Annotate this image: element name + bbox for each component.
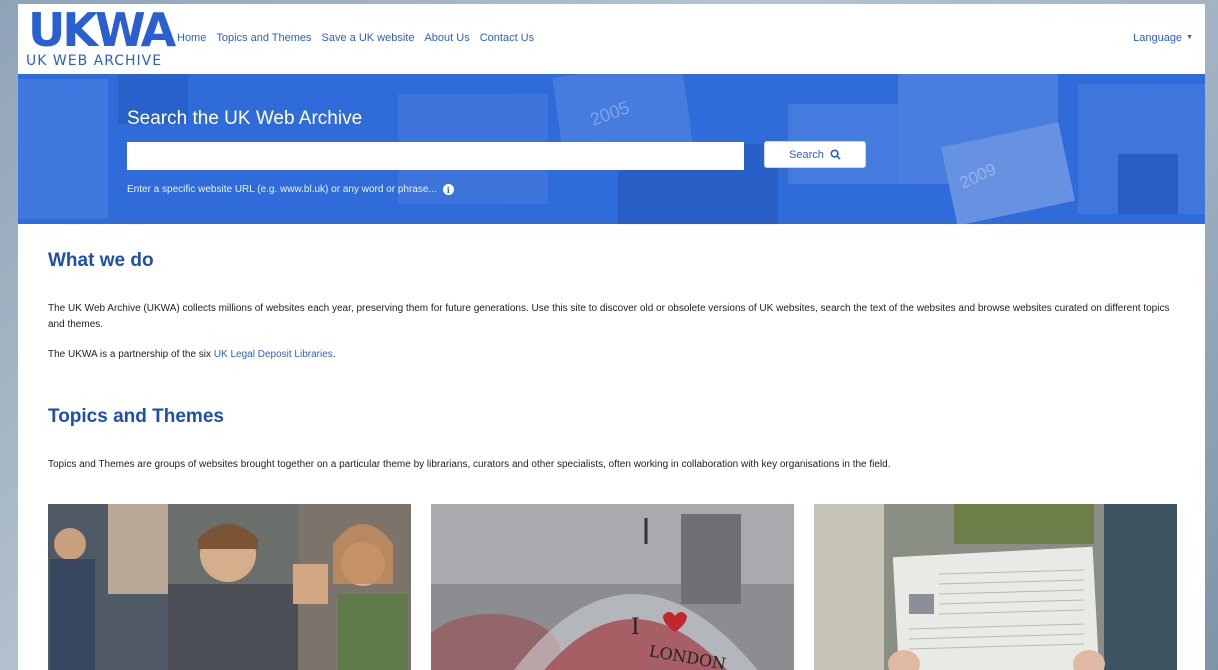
- info-icon[interactable]: i: [442, 184, 454, 195]
- topic-cards: I LONDON: [48, 504, 1178, 670]
- newspaper-photo-image: [814, 504, 1177, 670]
- search-hint-text: Enter a specific website URL (e.g. www.b…: [127, 184, 437, 195]
- search-icon: [830, 149, 841, 160]
- hero-title: Search the UK Web Archive: [127, 108, 363, 129]
- umbrella-text-i: I: [631, 615, 640, 640]
- nav-save-website[interactable]: Save a UK website: [322, 32, 415, 44]
- partnership-prefix: The UKWA is a partnership of the six: [48, 349, 214, 360]
- main-nav: Home Topics and Themes Save a UK website…: [177, 32, 534, 44]
- umbrella-photo-image: I LONDON: [431, 504, 794, 670]
- partnership-paragraph: The UKWA is a partnership of the six UK …: [48, 347, 1178, 363]
- search-hero: 2005 2009 Search the UK Web Archive Sear…: [18, 74, 1205, 224]
- topics-heading: Topics and Themes: [48, 406, 224, 427]
- topic-card-1[interactable]: [48, 504, 411, 670]
- partnership-suffix: .: [332, 349, 336, 360]
- language-label: Language: [1133, 32, 1183, 44]
- nav-topics-and-themes[interactable]: Topics and Themes: [216, 32, 311, 44]
- search-input[interactable]: [127, 142, 744, 170]
- nav-about-us[interactable]: About Us: [424, 32, 469, 44]
- nav-home[interactable]: Home: [177, 32, 206, 44]
- search-button[interactable]: Search: [764, 141, 866, 168]
- logo-subtitle: UK WEB ARCHIVE: [26, 53, 163, 69]
- site-header: UKWA UK WEB ARCHIVE Home Topics and Them…: [18, 4, 1205, 74]
- caret-down-icon: ▼: [1186, 34, 1193, 41]
- search-hint: Enter a specific website URL (e.g. www.b…: [127, 184, 454, 195]
- search-button-label: Search: [789, 148, 824, 161]
- language-dropdown[interactable]: Language ▼: [1133, 32, 1193, 44]
- logo-mark: UKWA: [28, 4, 176, 57]
- topic-card-3[interactable]: [814, 504, 1177, 670]
- topics-paragraph: Topics and Themes are groups of websites…: [48, 459, 891, 470]
- what-we-do-heading: What we do: [48, 250, 154, 271]
- nav-contact-us[interactable]: Contact Us: [480, 32, 534, 44]
- what-we-do-paragraph: The UK Web Archive (UKWA) collects milli…: [48, 303, 1170, 330]
- ukwa-logo[interactable]: UKWA UK WEB ARCHIVE: [26, 4, 176, 70]
- page: UKWA UK WEB ARCHIVE Home Topics and Them…: [18, 4, 1205, 670]
- crowd-photo-image: [48, 504, 411, 670]
- legal-deposit-libraries-link[interactable]: UK Legal Deposit Libraries: [214, 349, 333, 360]
- topic-card-2[interactable]: I LONDON: [431, 504, 794, 670]
